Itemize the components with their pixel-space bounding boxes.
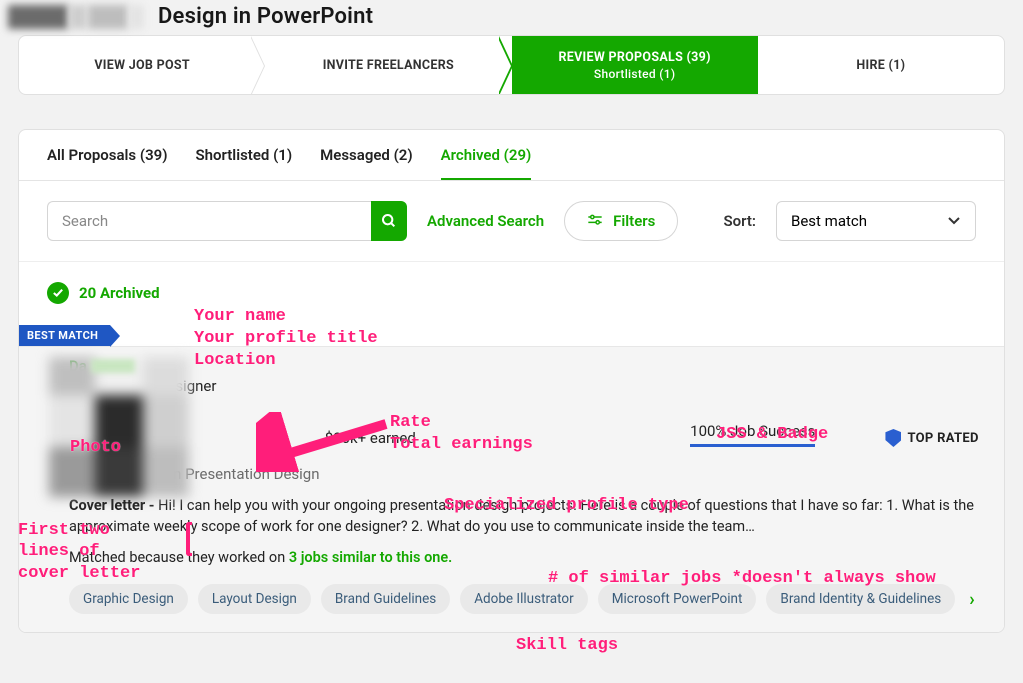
- step-sublabel: Shortlisted (1): [594, 67, 675, 81]
- skill-tag[interactable]: Microsoft PowerPoint: [598, 584, 757, 614]
- filters-label: Filters: [613, 212, 655, 230]
- search-button[interactable]: [371, 201, 407, 241]
- tabs: All Proposals (39) Shortlisted (1) Messa…: [19, 130, 1004, 181]
- chevron-down-icon: [947, 216, 961, 226]
- sliders-icon: [587, 214, 603, 228]
- step-hire[interactable]: HIRE (1): [758, 36, 1004, 94]
- search-box: [47, 201, 407, 241]
- total-earned: $20k+ earned: [325, 429, 416, 447]
- step-label: INVITE FREELANCERS: [323, 58, 454, 73]
- advanced-search-link[interactable]: Advanced Search: [427, 212, 544, 230]
- step-invite[interactable]: INVITE FREELANCERS: [265, 36, 511, 94]
- skill-tag[interactable]: Brand Guidelines: [321, 584, 450, 614]
- search-icon: [381, 213, 397, 229]
- tab-messaged[interactable]: Messaged (2): [320, 146, 413, 180]
- sort-label: Sort:: [723, 212, 756, 230]
- name-redacted: [91, 359, 135, 373]
- top-rated-badge: TOP RATED: [885, 429, 978, 447]
- archived-summary-row[interactable]: 20 Archived: [19, 262, 1004, 324]
- tab-all[interactable]: All Proposals (39): [47, 146, 167, 180]
- best-match-ribbon: BEST MATCH: [19, 324, 1004, 346]
- proposal-info: Da Presentation Designer Ukraine $30.00/…: [69, 357, 979, 614]
- similar-jobs-link[interactable]: 3 jobs similar to this one.: [289, 549, 453, 566]
- skill-tag[interactable]: Adobe Illustrator: [460, 584, 587, 614]
- archived-count: 20 Archived: [79, 284, 160, 302]
- specializes-row: ★ Specializes in Presentation Design: [69, 465, 979, 483]
- cover-letter-snippet: Cover letter - Hi! I can help you with y…: [69, 495, 979, 537]
- tab-archived[interactable]: Archived (29): [441, 146, 532, 180]
- progress-steps: VIEW JOB POST INVITE FREELANCERS REVIEW …: [18, 35, 1005, 95]
- skills-more-icon[interactable]: ›: [965, 585, 978, 614]
- sort-select[interactable]: Best match: [776, 201, 976, 241]
- anno-tags: Skill tags: [516, 636, 618, 655]
- proposals-panel: All Proposals (39) Shortlisted (1) Messa…: [18, 129, 1005, 633]
- job-success: 100% Job Success: [690, 422, 815, 447]
- title-redacted: [8, 5, 144, 29]
- step-label: REVIEW PROPOSALS (39): [558, 50, 710, 65]
- step-label: HIRE (1): [856, 58, 905, 73]
- matched-reason: Matched because they worked on 3 jobs si…: [69, 549, 979, 566]
- skill-tag[interactable]: Layout Design: [198, 584, 311, 614]
- freelancer-title: Presentation Designer: [69, 377, 979, 395]
- step-view-job[interactable]: VIEW JOB POST: [19, 36, 265, 94]
- filters-button[interactable]: Filters: [564, 201, 678, 241]
- skill-tags: Graphic Design Layout Design Brand Guide…: [69, 584, 979, 614]
- search-row: Advanced Search Filters Sort: Best match: [19, 181, 1004, 262]
- step-review[interactable]: REVIEW PROPOSALS (39) Shortlisted (1): [512, 36, 758, 94]
- search-input[interactable]: [47, 201, 371, 241]
- page-title: Design in PowerPoint: [158, 4, 373, 29]
- shield-icon: [885, 429, 901, 447]
- sort-value: Best match: [791, 212, 867, 230]
- step-label: VIEW JOB POST: [94, 58, 190, 73]
- page-header: Design in PowerPoint: [0, 0, 1023, 35]
- skill-tag[interactable]: Brand Identity & Guidelines: [766, 584, 955, 614]
- tab-shortlisted[interactable]: Shortlisted (1): [195, 146, 292, 180]
- skill-tag[interactable]: Graphic Design: [69, 584, 188, 614]
- check-circle-icon: [47, 282, 69, 304]
- proposal-card[interactable]: Da Presentation Designer Ukraine $30.00/…: [19, 346, 1004, 632]
